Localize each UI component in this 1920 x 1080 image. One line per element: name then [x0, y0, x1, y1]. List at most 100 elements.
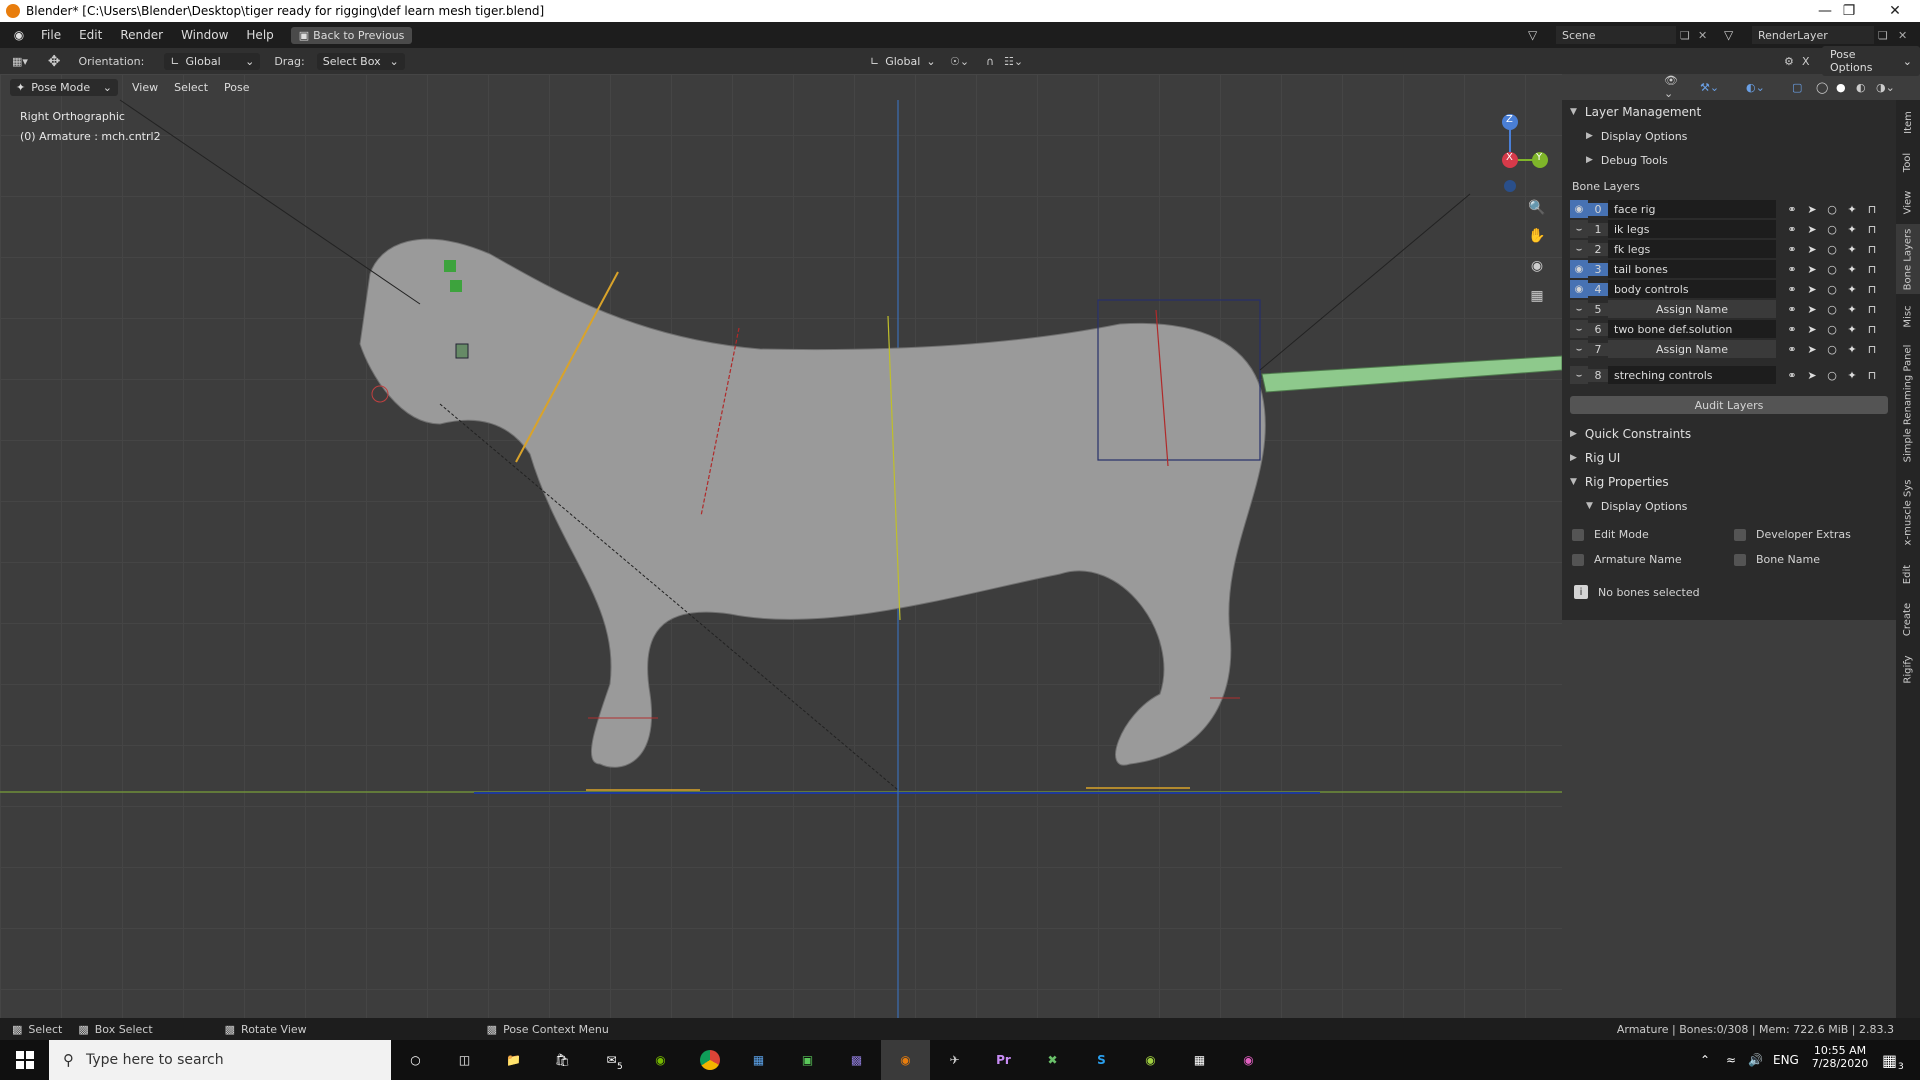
cortana-icon[interactable]: ○: [391, 1040, 440, 1080]
bones-icon[interactable]: ✦: [1842, 220, 1862, 238]
tab-create[interactable]: Create: [1896, 596, 1920, 642]
lock-icon[interactable]: ⊓: [1862, 200, 1882, 218]
tab-rigify[interactable]: Rigify: [1896, 646, 1920, 692]
x-mirror-icon[interactable]: X: [1802, 55, 1810, 68]
snap-icon[interactable]: ∩: [986, 55, 994, 68]
tail-bones[interactable]: [1261, 355, 1562, 393]
bones-icon[interactable]: ✦: [1842, 320, 1862, 338]
link-icon[interactable]: ⚭: [1782, 300, 1802, 318]
eye-closed-icon[interactable]: ⌣: [1570, 220, 1588, 238]
layer-browse-icon[interactable]: ▽: [1724, 28, 1733, 42]
solid-shading-icon[interactable]: ●: [1836, 81, 1846, 94]
lock-icon[interactable]: ⊓: [1862, 240, 1882, 258]
dot-icon[interactable]: ○: [1822, 200, 1842, 218]
face-control[interactable]: [455, 343, 469, 359]
select-arrow-icon[interactable]: ➤: [1802, 366, 1822, 384]
menu-render[interactable]: Render: [111, 28, 172, 42]
assign-name-button[interactable]: Assign Name: [1608, 300, 1776, 318]
rig-ui-header[interactable]: ▶ Rig UI: [1562, 446, 1896, 470]
scene-remove-icon[interactable]: ✕: [1698, 29, 1707, 42]
jaw-control[interactable]: [371, 385, 389, 403]
visibility-icon[interactable]: 👁⌄: [1664, 74, 1678, 100]
xbox-icon[interactable]: ✖: [1028, 1040, 1077, 1080]
select-arrow-icon[interactable]: ➤: [1802, 240, 1822, 258]
menu-help[interactable]: Help: [237, 28, 282, 42]
eye-open-icon[interactable]: ◉: [1570, 260, 1588, 278]
debug-tools-subpanel[interactable]: ▶ Debug Tools: [1562, 148, 1896, 172]
skype-icon[interactable]: S: [1077, 1040, 1126, 1080]
link-icon[interactable]: ⚭: [1782, 340, 1802, 358]
armature-name-checkbox[interactable]: Armature Name: [1572, 553, 1734, 566]
link-icon[interactable]: ⚭: [1782, 200, 1802, 218]
tiger-body-mesh[interactable]: [359, 238, 1266, 768]
lock-icon[interactable]: ⊓: [1862, 300, 1882, 318]
blender-menu-icon[interactable]: ◉: [6, 26, 32, 44]
scene-browse-icon[interactable]: ▽: [1528, 28, 1537, 42]
link-icon[interactable]: ⚭: [1782, 366, 1802, 384]
select-arrow-icon[interactable]: ➤: [1802, 260, 1822, 278]
game-icon[interactable]: ✈: [930, 1040, 979, 1080]
editor-type-icon[interactable]: ▦▾: [12, 55, 28, 68]
dot-icon[interactable]: ○: [1822, 280, 1842, 298]
scene-new-icon[interactable]: ❏: [1680, 29, 1690, 42]
tab-simple-renaming-panel[interactable]: Simple Renaming Panel: [1896, 338, 1920, 468]
lock-icon[interactable]: ⊓: [1862, 340, 1882, 358]
orientation-select[interactable]: ∟ Global ⌄: [164, 52, 261, 70]
assign-name-button[interactable]: Assign Name: [1608, 340, 1776, 358]
xray-icon[interactable]: ▢: [1792, 81, 1802, 94]
edit-mode-checkbox[interactable]: Edit Mode: [1572, 528, 1734, 541]
eye-closed-icon[interactable]: ⌣: [1570, 300, 1588, 318]
app-grid-icon[interactable]: ▦: [734, 1040, 783, 1080]
bone-name-checkbox[interactable]: Bone Name: [1734, 553, 1820, 566]
eye-open-icon[interactable]: ◉: [1570, 200, 1588, 218]
face-control[interactable]: [450, 280, 462, 292]
bone-layer-name-field[interactable]: tail bones: [1608, 260, 1776, 278]
quick-constraints-header[interactable]: ▶ Quick Constraints: [1562, 422, 1896, 446]
bone-layer-name-field[interactable]: streching controls: [1608, 366, 1776, 384]
notification-icon[interactable]: ▦: [1882, 1051, 1897, 1070]
select-arrow-icon[interactable]: ➤: [1802, 200, 1822, 218]
bones-icon[interactable]: ✦: [1842, 200, 1862, 218]
bones-icon[interactable]: ✦: [1842, 240, 1862, 258]
layer-management-header[interactable]: ▼ Layer Management: [1562, 100, 1896, 124]
layer-new-icon[interactable]: ❏: [1878, 29, 1888, 42]
rig-display-options-subpanel[interactable]: ▼ Display Options: [1562, 494, 1896, 518]
link-icon[interactable]: ⚭: [1782, 320, 1802, 338]
tab-bone-layers[interactable]: Bone Layers: [1896, 224, 1920, 294]
back-to-previous-button[interactable]: ▣ Back to Previous: [290, 26, 413, 44]
windows-start-icon[interactable]: [0, 1040, 49, 1080]
3d-viewport[interactable]: Right Orthographic (0) Armature : mch.cn…: [0, 74, 1562, 1018]
link-icon[interactable]: ⚭: [1782, 280, 1802, 298]
eye-closed-icon[interactable]: ⌣: [1570, 366, 1588, 384]
lock-icon[interactable]: ⊓: [1862, 366, 1882, 384]
transform-orientation-select[interactable]: ∟ Global ⌄: [864, 52, 940, 70]
wifi-icon[interactable]: ≈: [1726, 1053, 1736, 1067]
eye-closed-icon[interactable]: ⌣: [1570, 320, 1588, 338]
tab-tool[interactable]: Tool: [1896, 144, 1920, 180]
app-pink-icon[interactable]: ◉: [1224, 1040, 1273, 1080]
menu-window[interactable]: Window: [172, 28, 237, 42]
bones-icon[interactable]: ✦: [1842, 300, 1862, 318]
store-icon[interactable]: 🛍: [538, 1040, 587, 1080]
menu-edit[interactable]: Edit: [70, 28, 111, 42]
chrome-icon[interactable]: [685, 1040, 734, 1080]
select-arrow-icon[interactable]: ➤: [1802, 340, 1822, 358]
rig-properties-header[interactable]: ▼ Rig Properties: [1562, 470, 1896, 494]
pivot-icon[interactable]: ☉⌄: [950, 55, 969, 68]
overlay-icon[interactable]: ◐⌄: [1746, 81, 1765, 94]
bones-icon[interactable]: ✦: [1842, 340, 1862, 358]
snap-target-icon[interactable]: ☷⌄: [1004, 55, 1023, 68]
bone-layer-name-field[interactable]: fk legs: [1608, 240, 1776, 258]
layer-remove-icon[interactable]: ✕: [1898, 29, 1907, 42]
gizmo-toggle-icon[interactable]: ⚒⌄: [1700, 81, 1719, 94]
mail-icon[interactable]: ✉ 5: [587, 1040, 636, 1080]
app-green-icon[interactable]: ◉: [1126, 1040, 1175, 1080]
maximize-icon[interactable]: ❐: [1826, 0, 1872, 22]
link-icon[interactable]: ⚭: [1782, 240, 1802, 258]
language-indicator[interactable]: ENG: [1773, 1053, 1799, 1067]
rendered-shading-icon[interactable]: ◑⌄: [1876, 81, 1895, 94]
dot-icon[interactable]: ○: [1822, 240, 1842, 258]
tab-misc[interactable]: Misc: [1896, 298, 1920, 334]
dot-icon[interactable]: ○: [1822, 366, 1842, 384]
tray-up-icon[interactable]: ⌃: [1700, 1053, 1710, 1067]
